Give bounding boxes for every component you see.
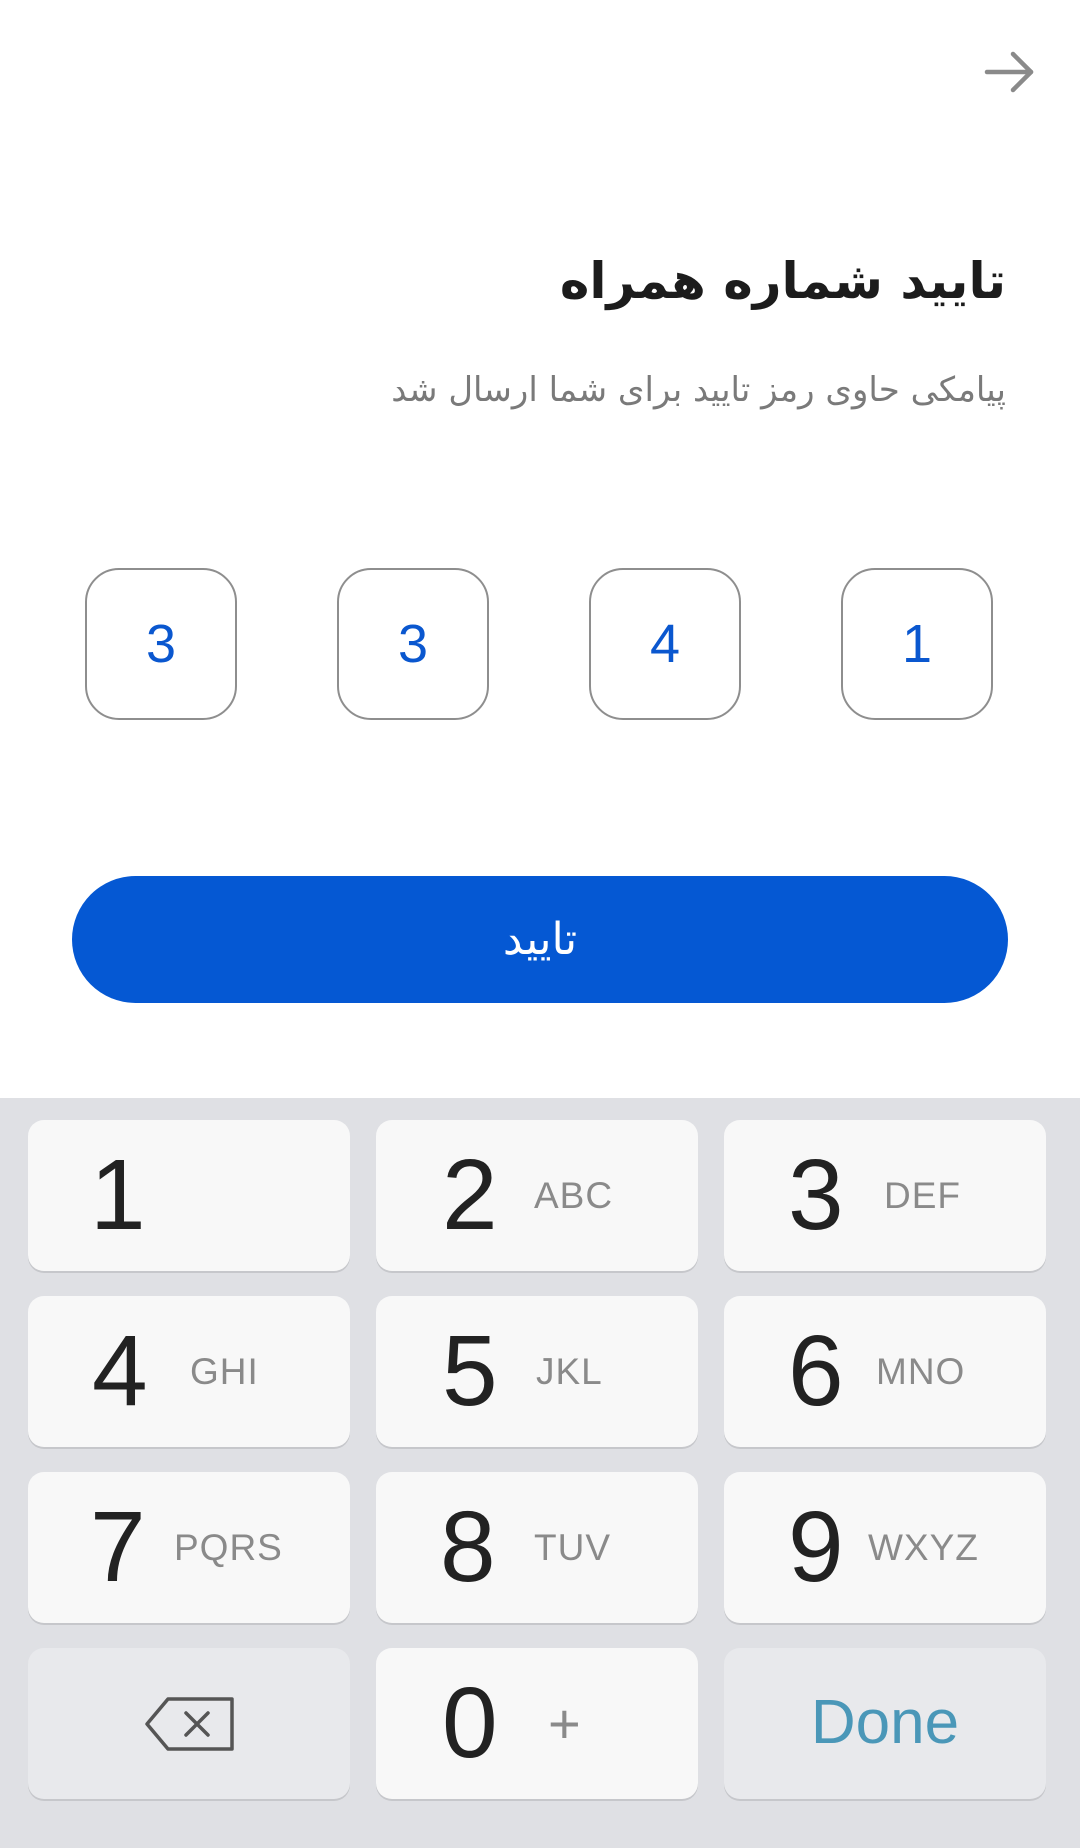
key-digit: 9 xyxy=(788,1491,844,1603)
numeric-keyboard: 1 2 ABC 3 DEF 4 GHI 5 JKL 6 MNO 7 PQRS 8… xyxy=(0,1098,1080,1848)
plus-symbol: + xyxy=(548,1692,581,1755)
key-digit: 8 xyxy=(440,1491,496,1603)
key-6[interactable]: 6 MNO xyxy=(724,1296,1046,1447)
page-title: تایید شماره همراه xyxy=(559,252,1006,310)
done-label: Done xyxy=(810,1688,960,1757)
key-digit: 2 xyxy=(442,1139,498,1251)
key-2[interactable]: 2 ABC xyxy=(376,1120,698,1271)
backspace-key[interactable] xyxy=(28,1648,350,1799)
page-subtitle: پیامکی حاوی رمز تایید برای شما ارسال شد xyxy=(391,370,1006,410)
key-digit: 6 xyxy=(788,1315,844,1427)
key-0[interactable]: 0 + xyxy=(376,1648,698,1799)
key-digit: 5 xyxy=(442,1315,498,1427)
key-digit: 0 xyxy=(442,1667,498,1779)
key-letters: PQRS xyxy=(174,1527,283,1568)
confirm-button[interactable]: تایید xyxy=(72,876,1008,1003)
key-letters: JKL xyxy=(536,1351,603,1392)
key-digit: 4 xyxy=(92,1315,148,1427)
key-8[interactable]: 8 TUV xyxy=(376,1472,698,1623)
key-digit: 3 xyxy=(788,1139,844,1251)
done-key[interactable]: Done xyxy=(724,1648,1046,1799)
key-letters: TUV xyxy=(534,1527,611,1568)
key-letters: DEF xyxy=(884,1175,961,1216)
key-9[interactable]: 9 WXYZ xyxy=(724,1472,1046,1623)
otp-digit-4[interactable]: 1 xyxy=(841,568,993,720)
key-7[interactable]: 7 PQRS xyxy=(28,1472,350,1623)
key-letters: WXYZ xyxy=(868,1527,979,1568)
arrow-right-icon xyxy=(984,51,1034,93)
key-4[interactable]: 4 GHI xyxy=(28,1296,350,1447)
key-5[interactable]: 5 JKL xyxy=(376,1296,698,1447)
key-letters: ABC xyxy=(534,1175,614,1216)
key-3[interactable]: 3 DEF xyxy=(724,1120,1046,1271)
verify-phone-screen: تایید شماره همراه پیامکی حاوی رمز تایید … xyxy=(0,0,1080,1848)
backspace-icon xyxy=(145,1697,234,1751)
key-1[interactable]: 1 xyxy=(28,1120,350,1271)
back-button[interactable] xyxy=(974,36,1046,108)
otp-digit-2[interactable]: 3 xyxy=(337,568,489,720)
otp-digit-1[interactable]: 3 xyxy=(85,568,237,720)
key-letters: MNO xyxy=(876,1351,966,1392)
key-letters: GHI xyxy=(190,1351,259,1392)
key-digit: 7 xyxy=(90,1491,146,1603)
otp-digit-3[interactable]: 4 xyxy=(589,568,741,720)
key-digit: 1 xyxy=(90,1139,146,1251)
